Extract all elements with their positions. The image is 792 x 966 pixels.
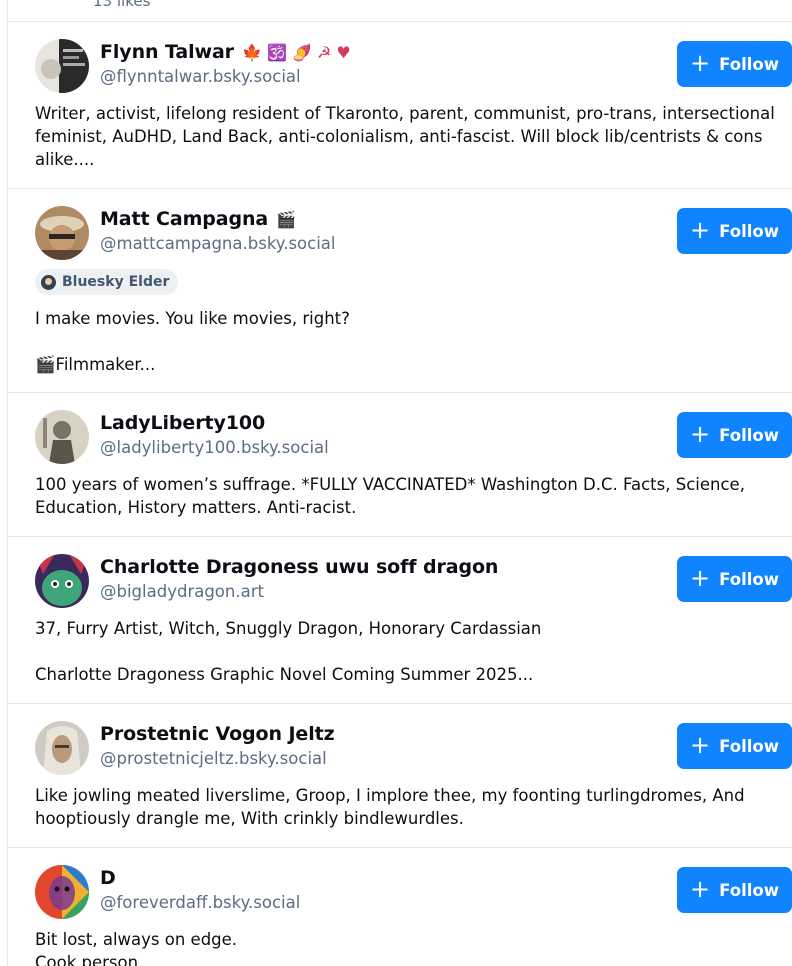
user-handle[interactable]: @flynntalwar.bsky.social [100, 67, 301, 86]
plus-icon: + [690, 49, 711, 77]
display-name[interactable]: LadyLiberty100 [100, 412, 265, 434]
plus-icon: + [690, 731, 711, 759]
follow-button[interactable]: + Follow [677, 867, 792, 913]
display-name[interactable]: Matt Campagna [100, 208, 268, 230]
plus-icon: + [690, 420, 711, 448]
user-handle[interactable]: @ladyliberty100.bsky.social [100, 438, 329, 457]
follow-label: Follow [719, 736, 779, 756]
user-handle[interactable]: @prostetnicjeltz.bsky.social [100, 749, 327, 768]
follow-label: Follow [719, 54, 779, 74]
follow-button[interactable]: + Follow [677, 41, 792, 87]
avatar[interactable] [35, 865, 89, 919]
plus-icon: + [690, 875, 711, 903]
user-bio: 37, Furry Artist, Witch, Snuggly Dragon,… [35, 619, 542, 684]
avatar[interactable] [35, 721, 89, 775]
user-handle[interactable]: @bigladydragon.art [100, 582, 264, 601]
elder-badge-icon [41, 274, 56, 290]
follow-button[interactable]: + Follow [677, 556, 792, 602]
name-emoji: 🎬 [276, 209, 297, 229]
follow-button[interactable]: + Follow [677, 723, 792, 769]
display-name[interactable]: D [100, 867, 116, 889]
avatar[interactable] [35, 410, 89, 464]
user-card-charlotte-dragoness[interactable]: Charlotte Dragoness uwu soff dragon @big… [8, 537, 792, 704]
user-bio: 100 years of women’s suffrage. *FULLY VA… [35, 475, 745, 517]
name-emoji: 🍁 🕉️ 🍠 ☭ ♥ [241, 42, 351, 62]
likes-count[interactable]: 13 likes [93, 0, 150, 10]
user-handle[interactable]: @mattcampagna.bsky.social [100, 234, 336, 253]
follow-button[interactable]: + Follow [677, 412, 792, 458]
follow-label: Follow [719, 425, 779, 445]
user-handle[interactable]: @foreverdaff.bsky.social [100, 893, 300, 912]
plus-icon: + [690, 564, 711, 592]
follow-label: Follow [719, 221, 779, 241]
user-card-prostetnic-vogon-jeltz[interactable]: Prostetnic Vogon Jeltz @prostetnicjeltz.… [8, 704, 792, 848]
avatar[interactable] [35, 39, 89, 93]
plus-icon: + [690, 216, 711, 244]
user-bio: Writer, activist, lifelong resident of T… [35, 104, 775, 169]
user-card-matt-campagna[interactable]: Matt Campagna 🎬 @mattcampagna.bsky.socia… [8, 189, 792, 393]
avatar[interactable] [35, 554, 89, 608]
display-name[interactable]: Prostetnic Vogon Jeltz [100, 723, 335, 745]
follow-button[interactable]: + Follow [677, 208, 792, 254]
display-name[interactable]: Flynn Talwar [100, 41, 234, 63]
user-card-ladyliberty100[interactable]: LadyLiberty100 @ladyliberty100.bsky.soci… [8, 393, 792, 537]
follow-label: Follow [719, 880, 779, 900]
user-card-flynn-talwar[interactable]: Flynn Talwar 🍁 🕉️ 🍠 ☭ ♥ @flynntalwar.bsk… [8, 22, 792, 189]
follow-label: Follow [719, 569, 779, 589]
user-bio: Bit lost, always on edge. Cook person [35, 930, 238, 966]
badge-label: Bluesky Elder [62, 274, 170, 290]
display-name[interactable]: Charlotte Dragoness uwu soff dragon [100, 556, 498, 578]
likes-list: 13 likes Flynn Talwar 🍁 🕉️ 🍠 ☭ ♥ @flynnt… [7, 0, 792, 966]
user-bio: Like jowling meated liverslime, Groop, I… [35, 786, 745, 828]
verification-badge[interactable]: Bluesky Elder [35, 269, 179, 295]
user-bio: I make movies. You like movies, right? 🎬… [35, 309, 350, 374]
user-card-d[interactable]: D @foreverdaff.bsky.social + Follow Bit … [8, 848, 792, 966]
avatar[interactable] [35, 206, 89, 260]
